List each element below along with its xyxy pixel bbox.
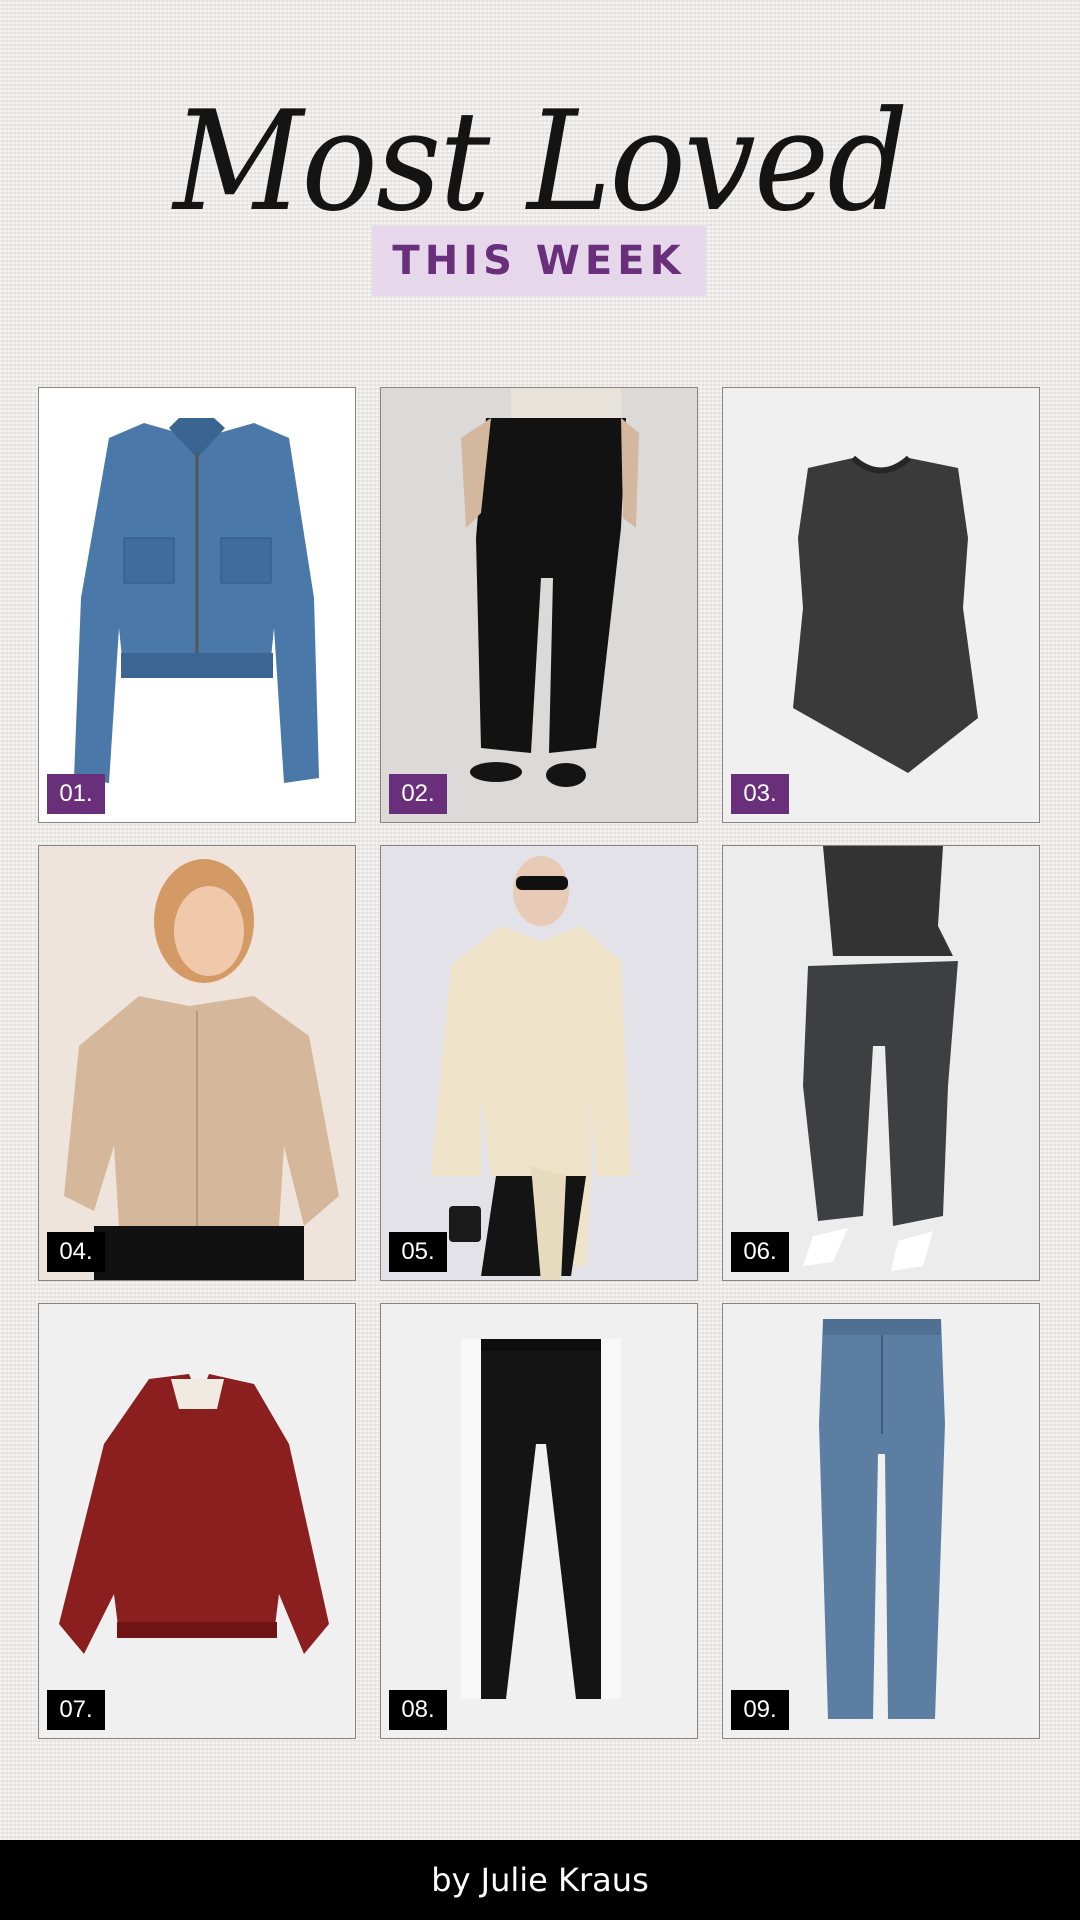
product-tile-05[interactable]: 05. xyxy=(380,845,698,1281)
product-tile-08[interactable]: 08. xyxy=(380,1303,698,1739)
product-tile-09[interactable]: 09. xyxy=(722,1303,1040,1739)
charcoal-top-image xyxy=(793,455,978,773)
item-number-badge: 08. xyxy=(389,1690,447,1730)
charcoal-set-image xyxy=(803,846,958,1271)
page-subtitle: THIS WEEK xyxy=(392,238,686,284)
black-trousers-image xyxy=(461,388,639,787)
product-tile-01[interactable]: 01. xyxy=(38,387,356,823)
red-bomber-image xyxy=(59,1374,329,1654)
item-number-badge: 05. xyxy=(389,1232,447,1272)
item-number-badge: 03. xyxy=(731,774,789,814)
item-number-badge: 01. xyxy=(47,774,105,814)
author-byline: by Julie Kraus xyxy=(0,1840,1080,1920)
product-tile-07[interactable]: 07. xyxy=(38,1303,356,1739)
item-number-badge: 04. xyxy=(47,1232,105,1272)
item-number-badge: 09. xyxy=(731,1690,789,1730)
product-tile-02[interactable]: 02. xyxy=(380,387,698,823)
item-number-badge: 07. xyxy=(47,1690,105,1730)
product-tile-04[interactable]: 04. xyxy=(38,845,356,1281)
product-tile-03[interactable]: 03. xyxy=(722,387,1040,823)
denim-jacket-image xyxy=(74,418,319,783)
item-number-badge: 02. xyxy=(389,774,447,814)
product-tile-06[interactable]: 06. xyxy=(722,845,1040,1281)
black-joggers-image xyxy=(461,1339,621,1699)
tan-jacket-image xyxy=(64,859,339,1280)
item-number-badge: 06. xyxy=(731,1232,789,1272)
cream-blazer-image xyxy=(431,856,631,1280)
jeans-image xyxy=(819,1319,945,1719)
